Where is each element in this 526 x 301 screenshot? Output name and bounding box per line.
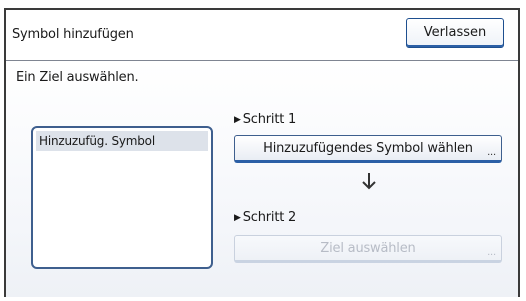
title-bar: Symbol hinzufügen Verlassen bbox=[6, 10, 518, 61]
step1-text: Schritt 1 bbox=[242, 112, 297, 127]
list-item-symbol[interactable]: Hinzuzufüg. Symbol bbox=[36, 131, 208, 151]
instruction-text: Ein Ziel auswählen. bbox=[16, 70, 139, 85]
right-triangle-icon: ▶ bbox=[234, 115, 241, 125]
step2-label: ▶ Schritt 2 bbox=[234, 210, 296, 225]
dialog-window: Symbol hinzufügen Verlassen Ein Ziel aus… bbox=[4, 8, 520, 297]
step1-label: ▶ Schritt 1 bbox=[234, 112, 296, 127]
more-indicator: ... bbox=[487, 147, 496, 158]
select-target-button[interactable]: Ziel auswählen ... bbox=[234, 235, 502, 263]
exit-button[interactable]: Verlassen bbox=[406, 18, 504, 48]
dialog-body: Ein Ziel auswählen. Hinzuzufüg. Symbol ▶… bbox=[6, 61, 518, 297]
target-list[interactable]: Hinzuzufüg. Symbol bbox=[31, 126, 213, 269]
choose-symbol-label: Hinzuzufügendes Symbol wählen bbox=[263, 141, 473, 156]
select-target-label: Ziel auswählen bbox=[320, 241, 416, 256]
arrow-down-icon bbox=[362, 173, 376, 190]
dialog-title: Symbol hinzufügen bbox=[12, 27, 134, 42]
choose-symbol-button[interactable]: Hinzuzufügendes Symbol wählen ... bbox=[234, 135, 502, 163]
right-triangle-icon: ▶ bbox=[234, 213, 241, 223]
more-indicator: ... bbox=[487, 247, 496, 258]
step2-text: Schritt 2 bbox=[242, 210, 297, 225]
